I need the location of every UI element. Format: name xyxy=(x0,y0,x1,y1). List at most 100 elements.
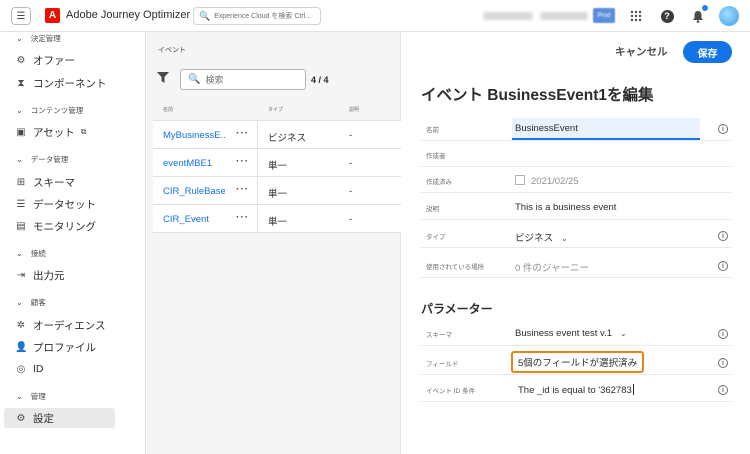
event-id-condition-value[interactable]: The _id is equal to '362783 xyxy=(518,385,632,396)
nav-section-label: データ管理 xyxy=(30,155,69,164)
event-search-field[interactable] xyxy=(205,74,296,85)
table-row[interactable]: MyBusinessE... ··· ビジネス - xyxy=(153,121,401,149)
event-name-link[interactable]: CIR_Event xyxy=(163,214,225,225)
column-divider xyxy=(257,177,258,205)
event-type: 単一 xyxy=(268,217,288,228)
selected-fields-button[interactable]: 5個のフィールドが選択済み xyxy=(511,351,645,373)
description-field[interactable]: This is a business event xyxy=(515,202,616,213)
field-label: 作成者 xyxy=(426,153,446,160)
event-name-link[interactable]: eventMBE1 xyxy=(163,158,225,169)
event-list-panel: イベント 🔍 4 / 4 名前 タイプ 説明 MyBusinessE... ··… xyxy=(147,32,401,454)
save-button[interactable]: 保存 xyxy=(683,41,732,63)
name-field-value[interactable]: BusinessEvent xyxy=(515,123,578,134)
chevron-down-icon: ⌄ xyxy=(16,392,23,401)
info-icon[interactable]: i xyxy=(718,385,728,395)
table-row[interactable]: eventMBE1 ··· 単一 - xyxy=(153,149,401,177)
more-options-icon[interactable]: ··· xyxy=(236,128,249,139)
nav-item-label: 出力元 xyxy=(33,269,65,282)
cancel-button[interactable]: キャンセル xyxy=(615,44,668,59)
nav-section-content[interactable]: ⌄ コンテンツ管理 xyxy=(16,105,83,116)
chevron-down-icon: ⌄ xyxy=(16,106,23,115)
event-description: - xyxy=(349,158,353,169)
nav-section-decision[interactable]: ⌄ 決定管理 xyxy=(16,33,61,44)
column-header-description[interactable]: 説明 xyxy=(349,106,359,113)
event-name-link[interactable]: MyBusinessE... xyxy=(163,130,225,141)
page-title: イベント BusinessEvent1を編集 xyxy=(421,87,654,104)
type-dropdown-value: ビジネス xyxy=(515,233,554,244)
event-name-link[interactable]: CIR_RuleBased xyxy=(163,186,225,197)
sandbox-badge[interactable]: Prod xyxy=(593,8,615,23)
chevron-down-icon: ⌄ xyxy=(16,249,23,258)
nav-item-profiles[interactable]: 👤 プロファイル xyxy=(15,337,115,357)
sandbox-name-blurred[interactable] xyxy=(540,12,588,20)
nav-section-label: 接続 xyxy=(30,249,46,258)
field-label: フィールド xyxy=(426,361,459,368)
column-header-name[interactable]: 名前 xyxy=(163,106,173,113)
schema-icon: ⊞ xyxy=(16,176,26,188)
fingerprint-icon: ◎ xyxy=(16,363,26,375)
nav-item-id[interactable]: ◎ ID xyxy=(15,359,115,379)
info-icon[interactable]: i xyxy=(718,329,728,339)
more-options-icon[interactable]: ··· xyxy=(236,156,249,167)
help-icon[interactable]: ? xyxy=(658,7,676,25)
chevron-down-icon: ⌄ xyxy=(16,298,23,307)
event-type: 単一 xyxy=(268,161,288,172)
nav-item-schemas[interactable]: ⊞ スキーマ xyxy=(15,172,115,192)
column-divider xyxy=(257,121,258,149)
info-icon[interactable]: i xyxy=(718,231,728,241)
nav-section-data[interactable]: ⌄ データ管理 xyxy=(16,154,68,165)
nav-section-connections[interactable]: ⌄ 接続 xyxy=(16,248,46,259)
nav-item-label: 設定 xyxy=(33,412,54,425)
nav-item-datasets[interactable]: ☰ データセット xyxy=(15,194,115,214)
calendar-icon xyxy=(515,175,525,185)
name-field[interactable]: BusinessEvent xyxy=(512,118,700,140)
event-id-condition-field[interactable]: The _id is equal to '362783 xyxy=(518,384,634,396)
nav-section-admin[interactable]: ⌄ 管理 xyxy=(16,391,46,402)
menu-icon[interactable]: ☰ xyxy=(11,7,31,25)
nav-item-label: オーディエンス xyxy=(33,319,106,332)
info-icon[interactable]: i xyxy=(718,261,728,271)
global-search-input[interactable]: 🔍 Experience Cloud を検索 Ctrl... xyxy=(193,7,321,25)
field-row-author: 作成者 xyxy=(421,142,731,167)
event-description: - xyxy=(349,186,353,197)
nav-item-label: スキーマ xyxy=(33,176,75,189)
schema-dropdown[interactable]: Business event test v.1 ⌄ xyxy=(515,328,627,339)
event-type: 単一 xyxy=(268,189,288,200)
column-header-type[interactable]: タイプ xyxy=(268,106,283,113)
parameters-section-title: パラメーター xyxy=(421,302,493,316)
nav-item-label: プロファイル xyxy=(33,341,96,354)
event-description: - xyxy=(349,130,353,141)
filter-icon[interactable] xyxy=(157,72,169,86)
event-search-input[interactable]: 🔍 xyxy=(180,69,306,90)
nav-item-assets[interactable]: ▣ アセット ⧉ xyxy=(15,122,115,142)
field-row-schema: スキーマ Business event test v.1 ⌄ i xyxy=(421,321,731,346)
more-options-icon[interactable]: ··· xyxy=(236,184,249,195)
type-dropdown[interactable]: ビジネス ⌄ xyxy=(515,230,568,244)
external-link-icon: ⧉ xyxy=(80,127,87,136)
nav-item-destinations[interactable]: ⇥ 出力元 xyxy=(15,265,115,285)
nav-item-monitoring[interactable]: ▤ モニタリング xyxy=(15,216,115,236)
table-row[interactable]: CIR_Event ··· 単一 - xyxy=(153,205,401,233)
app-title[interactable]: Adobe Journey Optimizer xyxy=(66,9,190,21)
nav-item-offers[interactable]: ⚙ オファー xyxy=(15,50,115,70)
more-options-icon[interactable]: ··· xyxy=(236,212,249,223)
column-divider xyxy=(257,205,258,233)
field-label: 作成済み xyxy=(426,179,452,186)
adobe-logo[interactable]: A xyxy=(45,8,60,23)
nav-item-label: モニタリング xyxy=(33,220,96,233)
apps-grid-icon[interactable] xyxy=(627,7,645,25)
nav-section-label: 管理 xyxy=(30,392,46,401)
table-row[interactable]: CIR_RuleBased ··· 単一 - xyxy=(153,177,401,205)
field-row-created: 作成済み 2021/02/25 xyxy=(421,168,731,193)
nav-item-audiences[interactable]: ✲ オーディエンス xyxy=(15,315,115,335)
schema-dropdown-value: Business event test v.1 xyxy=(515,328,612,339)
nav-item-components[interactable]: ⧗ コンポーネント xyxy=(15,73,115,93)
search-icon: 🔍 xyxy=(199,10,211,21)
info-icon[interactable]: i xyxy=(718,124,728,134)
org-name-blurred[interactable] xyxy=(483,12,533,20)
nav-section-customer[interactable]: ⌄ 顧客 xyxy=(16,297,46,308)
list-title: イベント xyxy=(158,47,186,54)
avatar[interactable] xyxy=(719,6,739,26)
info-icon[interactable]: i xyxy=(718,358,728,368)
nav-item-settings[interactable]: ⚙ 設定 xyxy=(4,408,115,428)
